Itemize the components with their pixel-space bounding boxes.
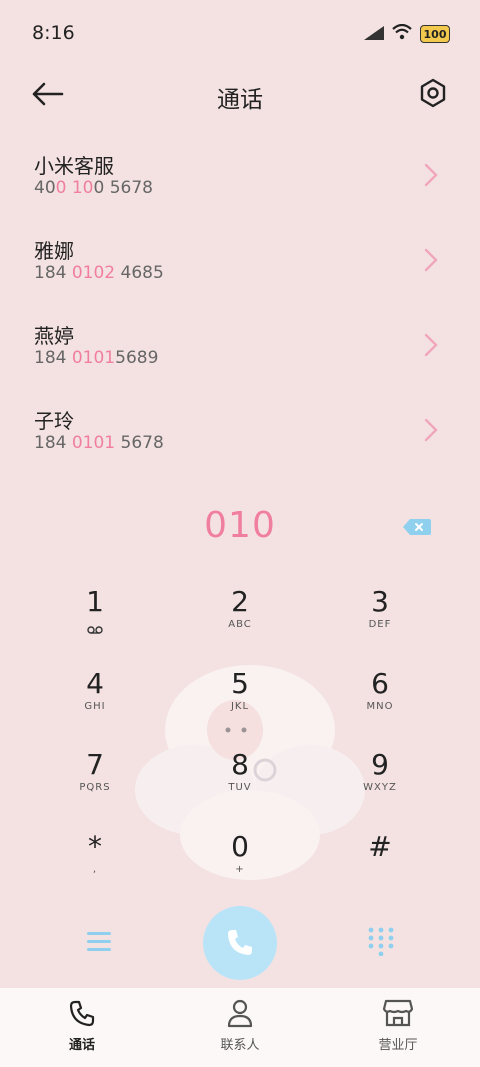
menu-icon [87,932,111,951]
contact-number: 400 100 5678 [34,178,153,198]
key-letters: TUV [228,782,252,793]
voicemail-icon [87,626,103,634]
key-digit: 9 [371,748,389,781]
key-digit: 1 [86,585,104,618]
key-digit: # [368,830,392,863]
tab-label: 营业厅 [378,1038,418,1053]
header: 通话 [0,64,480,124]
key-0[interactable]: 0 + [185,830,295,900]
status-time: 8:16 [32,22,75,44]
backspace-button[interactable] [402,517,432,537]
key-letters: , [92,864,98,875]
person-icon [227,999,253,1028]
contact-name: 小米客服 [34,154,114,178]
tab-label: 联系人 [220,1038,260,1053]
key-digit: 5 [231,667,249,700]
key-1[interactable]: 1 [40,585,150,655]
key-digit: 7 [86,748,104,781]
key-9[interactable]: 9 WXYZ [325,748,435,818]
key-7[interactable]: 7 PQRS [40,748,150,818]
key-digit: 0 [231,830,249,863]
contact-item[interactable]: 子玲 184 0101 5678 [0,395,480,480]
store-icon [382,999,414,1027]
key-2[interactable]: 2 ABC [185,585,295,655]
key-digit: 3 [371,585,389,618]
key-letters: MNO [366,701,394,712]
phone-icon [69,1000,95,1027]
key-letters: WXYZ [363,782,397,793]
backspace-icon [403,519,431,535]
key-star[interactable]: * , [40,830,150,900]
tab-contacts[interactable]: 联系人 [180,998,300,1053]
tab-label: 通话 [68,1038,95,1053]
menu-button[interactable] [84,928,114,956]
contact-number: 184 0102 4685 [34,263,164,283]
signal-icon [364,25,384,44]
key-letters: PQRS [79,782,111,793]
tab-calls[interactable]: 通话 [22,998,142,1053]
page-title: 通话 [217,87,263,113]
battery-icon: 100 [420,25,450,43]
status-bar: 8:16 100 [0,0,480,64]
key-digit: 6 [371,667,389,700]
contact-name: 燕婷 [34,324,74,348]
key-5[interactable]: 5 JKL [185,667,295,737]
contact-name: 雅娜 [34,239,74,263]
key-digit: 8 [231,748,249,781]
status-icons: 100 [364,23,450,44]
contact-item[interactable]: 小米客服 400 100 5678 [0,140,480,225]
tab-bar: 通话 联系人 营业厅 [0,988,480,1067]
key-letters: DEF [368,619,392,630]
contact-list: 小米客服 400 100 5678 雅娜 184 0102 4685 燕婷 18… [0,140,480,480]
key-digit: * [88,830,102,863]
key-letters: + [235,864,245,875]
key-3[interactable]: 3 DEF [325,585,435,655]
contact-number: 184 0101 5678 [34,433,164,453]
key-digit: 4 [86,667,104,700]
contact-name: 子玲 [34,409,74,433]
key-hash[interactable]: # [325,830,435,900]
key-8[interactable]: 8 TUV [185,748,295,818]
gear-icon [420,78,446,108]
dialpad-icon [368,927,394,957]
chevron-right-icon[interactable] [422,162,440,188]
chevron-right-icon[interactable] [422,247,440,273]
keypad-toggle-button[interactable] [366,926,396,957]
key-letters: GHI [84,701,106,712]
contact-item[interactable]: 雅娜 184 0102 4685 [0,225,480,310]
dialer-actions [0,900,480,990]
phone-icon [228,930,252,955]
key-6[interactable]: 6 MNO [325,667,435,737]
chevron-right-icon[interactable] [422,417,440,443]
key-letters: JKL [230,701,250,712]
key-digit: 2 [231,585,249,618]
key-4[interactable]: 4 GHI [40,667,150,737]
contact-item[interactable]: 燕婷 184 01015689 [0,310,480,395]
chevron-right-icon[interactable] [422,332,440,358]
contact-number: 184 01015689 [34,348,159,368]
wifi-icon [392,23,412,44]
key-letters: ABC [228,619,252,630]
tab-store[interactable]: 营业厅 [338,998,458,1053]
settings-button[interactable] [418,78,448,108]
call-button[interactable] [203,906,277,980]
